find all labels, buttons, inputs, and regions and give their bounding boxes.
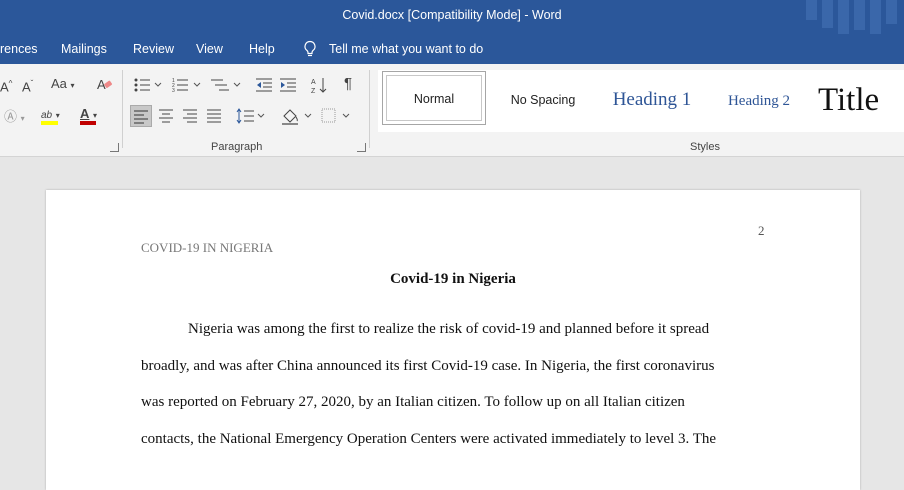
styles-group-label: Styles — [690, 141, 720, 153]
font-dialog-launcher-icon[interactable] — [110, 143, 119, 152]
paragraph-group-label: Paragraph — [211, 141, 263, 153]
decor-bar — [838, 0, 849, 34]
change-case-button[interactable]: Aa ▾ — [51, 76, 75, 94]
align-right-icon[interactable] — [182, 108, 198, 124]
line-spacing-icon[interactable] — [236, 108, 266, 124]
highlight-label: ab — [41, 110, 53, 121]
style-no-spacing[interactable]: No Spacing — [494, 70, 592, 132]
lightbulb-icon[interactable] — [303, 40, 317, 58]
font-color-button[interactable]: A ▾ — [80, 106, 97, 125]
clear-formatting-icon[interactable]: A — [97, 76, 113, 96]
grow-font-icon[interactable]: A^ — [0, 76, 12, 95]
decor-bar — [854, 0, 865, 30]
style-no-spacing-label: No Spacing — [510, 93, 576, 107]
window-title: Covid.docx [Compatibility Mode] - Word — [342, 8, 562, 22]
svg-text:A: A — [311, 79, 316, 86]
body-line: contacts, the National Emergency Operati… — [141, 431, 717, 447]
justify-icon[interactable] — [206, 108, 222, 124]
svg-text:3: 3 — [172, 88, 175, 93]
align-center-icon[interactable] — [158, 108, 174, 124]
svg-text:Z: Z — [311, 88, 316, 94]
text-highlight-button[interactable]: ab ▾ — [41, 106, 60, 125]
document-page[interactable]: 2 COVID-19 IN NIGERIA Covid-19 in Nigeri… — [46, 190, 860, 490]
body-line: Nigeria was among the first to realize t… — [188, 321, 710, 337]
font-color-swatch — [80, 121, 96, 125]
shrink-font-icon[interactable]: Aˇ — [22, 76, 33, 95]
style-title[interactable]: Title — [818, 70, 904, 132]
document-title: Covid-19 in Nigeria — [390, 271, 516, 287]
tab-review[interactable]: Review — [133, 42, 174, 56]
style-normal[interactable]: Normal — [382, 70, 486, 132]
bullets-icon[interactable] — [134, 77, 162, 93]
borders-icon[interactable] — [321, 107, 353, 125]
menu-bar: rences Mailings Review View Help Tell me… — [0, 34, 904, 64]
tab-mailings[interactable]: Mailings — [61, 42, 107, 56]
multilevel-list-icon[interactable] — [211, 77, 241, 93]
style-heading-1[interactable]: Heading 1 — [600, 70, 704, 132]
style-heading-1-label: Heading 1 — [612, 89, 692, 110]
document-area[interactable]: 2 COVID-19 IN NIGERIA Covid-19 in Nigeri… — [0, 157, 904, 490]
running-head: COVID-19 IN NIGERIA — [141, 240, 274, 255]
group-separator — [122, 70, 123, 148]
ribbon: A^ Aˇ Aa ▾ A Ⓐ ▾ ab ▾ A ▾ 123 AZ ¶ Parag… — [0, 64, 904, 157]
body-line: broadly, and was after China announced i… — [141, 358, 715, 374]
paragraph-dialog-launcher-icon[interactable] — [357, 143, 366, 152]
pilcrow-icon[interactable]: ¶ — [344, 76, 352, 92]
tab-view[interactable]: View — [196, 42, 223, 56]
decor-bar — [822, 0, 833, 28]
increase-indent-icon[interactable] — [280, 77, 298, 93]
body-line: was reported on February 27, 2020, by an… — [141, 394, 685, 410]
group-separator — [369, 70, 370, 148]
numbering-icon[interactable]: 123 — [172, 77, 202, 93]
shading-icon[interactable] — [281, 107, 313, 125]
style-heading-2[interactable]: Heading 2 — [716, 70, 802, 132]
style-normal-label: Normal — [413, 92, 455, 106]
style-heading-2-label: Heading 2 — [727, 93, 791, 109]
sort-icon[interactable]: AZ — [311, 76, 329, 94]
decor-bar — [806, 0, 817, 20]
decrease-indent-icon[interactable] — [256, 77, 274, 93]
tab-references[interactable]: rences — [0, 42, 38, 56]
highlight-color-swatch — [41, 121, 58, 125]
styles-gallery: Normal No Spacing Heading 1 Heading 2 Ti… — [378, 70, 904, 132]
page-number: 2 — [758, 223, 765, 238]
style-title-label: Title — [818, 82, 880, 118]
align-left-button[interactable] — [130, 105, 152, 127]
tab-help[interactable]: Help — [249, 42, 275, 56]
title-bar: Covid.docx [Compatibility Mode] - Word — [0, 0, 904, 34]
text-effects-icon[interactable]: Ⓐ ▾ — [4, 109, 25, 127]
decor-bar — [870, 0, 881, 34]
font-color-label: A — [80, 106, 90, 121]
tell-me-search[interactable]: Tell me what you want to do — [329, 42, 483, 56]
change-case-label: Aa — [51, 76, 67, 91]
align-left-icon — [134, 110, 148, 124]
decor-bar — [886, 0, 897, 24]
